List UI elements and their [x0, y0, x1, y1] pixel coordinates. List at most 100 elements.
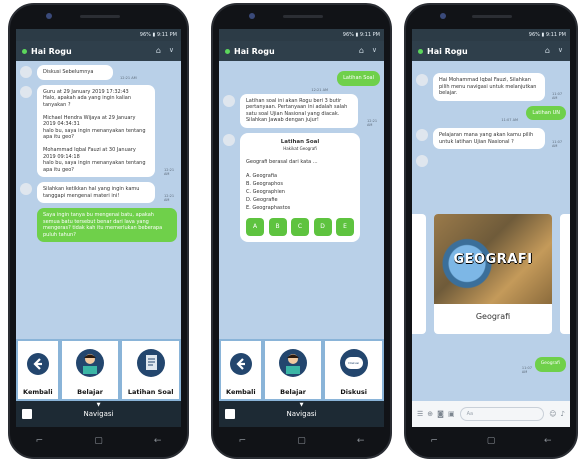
option-c-button[interactable]: C: [291, 217, 309, 236]
message-time: 12:21 AM: [311, 87, 328, 92]
chat-bubble: Guru at 29 January 2019 17:32:43 Halo, a…: [37, 84, 155, 177]
message-time: 11:07 AM: [552, 91, 563, 100]
menu-icon[interactable]: [22, 409, 32, 419]
chat-row: 12:21 AM Latihan Soal: [223, 71, 380, 92]
chat-row: Latihan soal ini akan Rogu beri 3 butir …: [223, 93, 380, 128]
chat-row: Diskusi Sebelumnya 12:21 AM: [20, 65, 177, 80]
home-softkey-icon[interactable]: ▢: [297, 436, 306, 446]
phone-1: 96% ▮ 9:11 PM Hai Rogu ⌂ ∨ Diskusi Sebel…: [8, 3, 189, 459]
navigation-label: Navigasi: [286, 410, 317, 418]
quiz-question: Geografi berasal dari kata ...: [246, 158, 318, 165]
user-chat-bubble: Saya ingin tanya bu mengenai batu, apaka…: [37, 208, 177, 242]
chat-row: Saya ingin tanya bu mengenai batu, apaka…: [20, 208, 177, 242]
subject-card-next[interactable]: [560, 214, 570, 334]
answer-item: A. Geografia: [246, 172, 278, 179]
navigation-buttons: Kembali Belajar Latihan Soal: [16, 339, 181, 401]
bot-avatar: [20, 183, 32, 195]
front-camera-icon: [440, 13, 446, 19]
learn-button[interactable]: Belajar: [262, 339, 324, 401]
answer-item: D. Geografie: [246, 196, 278, 203]
microphone-icon[interactable]: ♪: [561, 410, 565, 418]
chat-bubble: Hai Mohammad Iqbal Fauzi, Silahkan pilih…: [433, 73, 545, 101]
user-chat-bubble: Latihan Soal: [337, 71, 380, 86]
user-chat-bubble: Latihan UN: [526, 105, 566, 120]
menu-icon[interactable]: ☰: [417, 410, 423, 418]
student-reading-icon: [76, 349, 104, 377]
bot-avatar: [223, 94, 235, 107]
phone-top-bezel: [10, 5, 187, 31]
camera-icon[interactable]: ◙: [437, 410, 444, 418]
recent-softkey-icon[interactable]: ←: [357, 436, 365, 446]
chevron-down-icon[interactable]: ∨: [558, 46, 563, 54]
chat-row: Silahkan ketikkan hal yang ingin kamu ta…: [20, 182, 177, 203]
recent-softkey-icon[interactable]: ←: [154, 436, 162, 446]
back-button[interactable]: Kembali: [16, 339, 60, 401]
option-a-button[interactable]: A: [246, 217, 264, 236]
message-time: 12:21 AM: [164, 194, 175, 202]
navigation-bar[interactable]: ▼ Navigasi: [16, 401, 181, 427]
chat-text: Geografi: [540, 361, 560, 366]
message-input[interactable]: Aa: [459, 407, 545, 421]
back-button-label: Kembali: [23, 388, 53, 396]
chat-bubble: Pelajaran mana yang akan kamu pilih untu…: [433, 128, 545, 149]
home-icon[interactable]: ⌂: [359, 46, 364, 55]
bot-avatar: [223, 133, 235, 146]
chat-text: Latihan Soal: [343, 75, 374, 81]
phone-2: 96% ▮ 9:11 PM Hai Rogu ⌂ ∨ 12:21 AM Lati…: [211, 3, 392, 459]
chevron-down-icon[interactable]: ∨: [169, 46, 174, 54]
emoji-icon[interactable]: ☺: [549, 410, 556, 418]
app-screenshot-collage: 96% ▮ 9:11 PM Hai Rogu ⌂ ∨ Diskusi Sebel…: [0, 0, 582, 463]
chat-row: Hai Mohammad Iqbal Fauzi, Silahkan pilih…: [416, 73, 566, 101]
arrow-left-icon: [229, 353, 252, 375]
bot-avatar: [416, 74, 428, 86]
home-softkey-icon[interactable]: ▢: [487, 436, 496, 446]
back-softkey-icon[interactable]: ⌐: [36, 436, 44, 446]
online-dot-icon: [418, 48, 423, 54]
home-icon[interactable]: ⌂: [156, 46, 161, 55]
status-bar: 96% ▮ 9:11 PM: [16, 29, 181, 41]
learn-button-label: Belajar: [280, 388, 306, 396]
discussion-button-label: Diskusi: [340, 388, 367, 396]
chat-row: [416, 154, 566, 167]
option-d-button[interactable]: D: [313, 217, 332, 236]
image-icon[interactable]: ▣: [448, 410, 455, 418]
option-b-button[interactable]: B: [268, 217, 287, 236]
chat-bubble: Diskusi Sebelumnya: [37, 65, 113, 80]
option-e-button[interactable]: E: [336, 217, 354, 236]
back-softkey-icon[interactable]: ⌐: [239, 436, 247, 446]
message-time: 11:07 AM: [521, 365, 532, 374]
soft-keys: ⌐ ▢ ←: [213, 431, 390, 451]
subject-card-geografi[interactable]: GEOGRAFI Geografi: [434, 214, 552, 334]
chat-row: Latihan Soal Hakikat Geografi Geografi b…: [223, 132, 380, 242]
recent-softkey-icon[interactable]: ←: [544, 436, 552, 446]
chat-text: Pelajaran mana yang akan kamu pilih untu…: [439, 132, 534, 145]
chat-text: Silahkan ketikkan hal yang ingin kamu ta…: [43, 186, 140, 199]
learn-button-label: Belajar: [77, 388, 103, 396]
chevron-down-icon[interactable]: ∨: [372, 46, 377, 54]
status-bar: 96% ▮ 9:11 PM: [412, 29, 570, 41]
practice-button[interactable]: Latihan Soal: [120, 339, 181, 401]
screen-latihan-soal: 96% ▮ 9:11 PM Hai Rogu ⌂ ∨ 12:21 AM Lati…: [219, 29, 384, 427]
learn-button[interactable]: Belajar: [59, 339, 121, 401]
app-title: Hai Rogu: [234, 46, 275, 56]
menu-icon[interactable]: [225, 409, 235, 419]
back-softkey-icon[interactable]: ⌐: [430, 436, 438, 446]
add-icon[interactable]: ⊕: [427, 410, 433, 418]
chat-row: Guru at 29 January 2019 17:32:43 Halo, a…: [20, 84, 177, 177]
navigation-bar[interactable]: ▼ Navigasi: [219, 401, 384, 427]
home-icon[interactable]: ⌂: [545, 46, 550, 55]
practice-button-label: Latihan Soal: [127, 388, 174, 396]
back-button[interactable]: Kembali: [219, 339, 263, 401]
phone-3: 96% ▮ 9:11 PM Hai Rogu ⌂ ∨ Hai Mohammad …: [404, 3, 578, 459]
back-button-label: Kembali: [226, 388, 256, 396]
chat-bubble: Silahkan ketikkan hal yang ingin kamu ta…: [37, 182, 155, 203]
discussion-button[interactable]: Diskusi Diskusi: [323, 339, 384, 401]
phone-top-bezel: [213, 5, 390, 31]
app-bar: Hai Rogu ⌂ ∨: [412, 41, 570, 61]
chat-row: 11:07 AM Geografi: [522, 357, 566, 374]
chat-bubble: Latihan soal ini akan Rogu beri 3 butir …: [240, 93, 358, 128]
subject-card-prev[interactable]: [412, 214, 426, 334]
home-softkey-icon[interactable]: ▢: [94, 436, 103, 446]
chat-text: Latihan UN: [532, 109, 560, 116]
answer-options: A B C D E: [246, 217, 354, 236]
